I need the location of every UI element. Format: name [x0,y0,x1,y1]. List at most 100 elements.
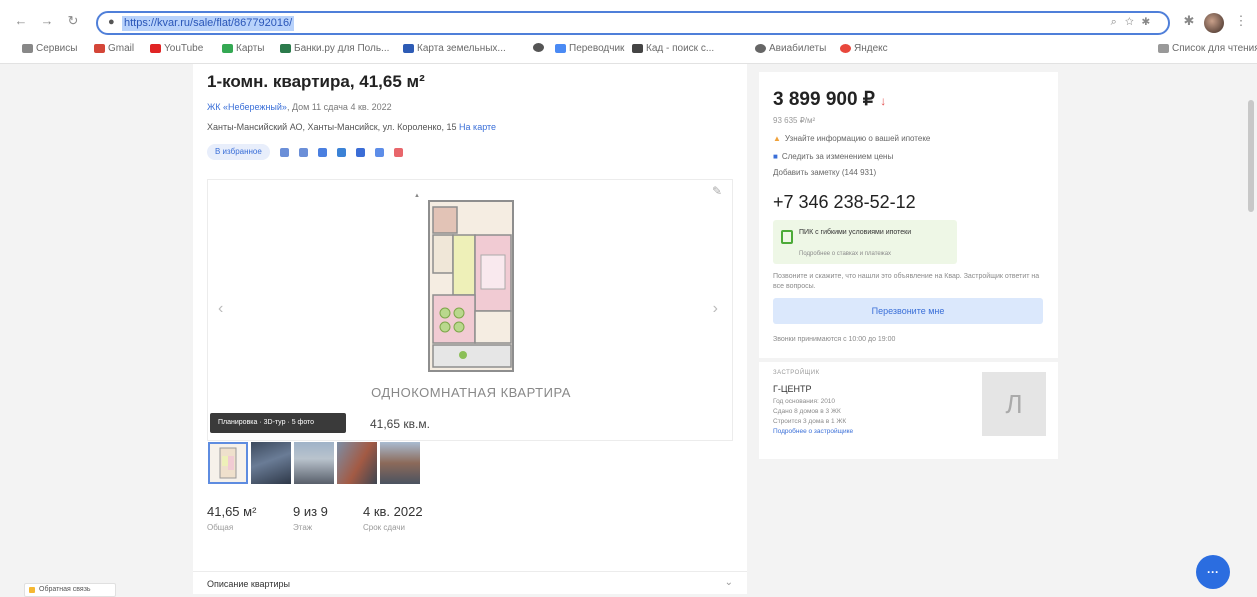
bookmark-translate[interactable]: Переводчик [555,43,624,54]
add-note[interactable]: Добавить заметку (144 931) [773,168,876,177]
thumbnail-photo-4[interactable] [380,442,420,484]
map-link[interactable]: На карте [459,122,496,132]
price-history-icon[interactable]: ↓ [880,94,886,108]
compare-icon[interactable] [279,147,289,157]
share-fb-icon[interactable] [355,147,365,157]
developer-building: Строится 3 дома в 1 ЖК [773,418,847,425]
stat-completion-value: 4 кв. 2022 [363,504,423,519]
price-value: 3 899 900 ₽ ↓ [773,88,886,111]
gallery-prev-icon[interactable]: ‹ [218,300,223,318]
favorite-button[interactable]: В избранное [207,144,270,160]
apps-icon [22,44,33,53]
bookmark-services[interactable]: Сервисы [22,43,77,54]
bookmark-banki[interactable]: Банки.ру для Поль... [280,43,389,54]
description-accordion[interactable]: Описание квартиры ⌄ [193,571,747,594]
address-bar-icons[interactable]: ⌕☆✱ [1111,16,1158,29]
address-text: Ханты-Мансийский АО, Ханты-Мансийск, ул.… [207,122,457,132]
mortgage-promo-title: ПИК с гибкими условиями ипотеки [799,229,912,236]
description-title: Описание квартиры [207,579,290,589]
reading-list[interactable]: Список для чтения [1158,43,1257,54]
globe-icon [533,43,544,52]
developer-card: ЗАСТРОЙЩИК Г-ЦЕНТР Год основания: 2010 С… [759,362,1058,459]
bookmark-gmail[interactable]: Gmail [94,43,134,54]
complex-meta: Дом 11 сдача 4 кв. 2022 [291,102,392,112]
translate-icon [555,44,566,53]
scrollbar-thumb[interactable] [1248,100,1254,212]
profile-avatar[interactable] [1204,13,1224,33]
pencil-icon[interactable]: ✎ [712,184,722,198]
stat-completion-label: Срок сдачи [363,523,405,532]
complex-link[interactable]: ЖК «Небережный» [207,102,287,112]
thumbnail-plan[interactable] [208,442,248,484]
stat-floor-label: Этаж [293,523,313,532]
forward-icon[interactable]: → [38,12,56,30]
complain-icon[interactable] [393,147,403,157]
reload-icon[interactable]: ↻ [64,12,82,30]
callback-button[interactable]: Перезвоните мне [773,298,1043,324]
bookmark-youtube[interactable]: YouTube [150,43,203,54]
call-disclaimer: Позвоните и скажите, что нашли это объяв… [773,273,1040,290]
print-icon[interactable] [298,147,308,157]
address-bar[interactable]: ● https://kvar.ru/sale/flat/867792016/ ⌕… [96,11,1170,35]
thumbnail-photo-3[interactable] [337,442,377,484]
mortgage-note[interactable]: ▲ Узнайте информацию о вашей ипотеке [773,134,930,143]
thumbnail-photo-1[interactable] [251,442,291,484]
page-scrollbar[interactable] [1245,64,1257,594]
bookmark-land-map[interactable]: Карта земельных... [403,43,506,54]
thumbnail-plan-image [219,447,237,479]
chat-button[interactable]: ··· [1196,555,1230,589]
bookmark-yandex[interactable]: Яндекс [840,43,888,54]
photo-gallery[interactable]: ✎ ‹ › ▲ ОДНОКОМНАТНАЯ КВАРТИРА Планировк… [207,179,733,441]
bookmark-globe[interactable] [533,43,547,52]
bookmark-avia[interactable]: Авиабилеты [755,43,826,54]
stat-completion: 4 кв. 2022 Срок сдачи [363,504,423,532]
bookmark-cad[interactable]: Кад - поиск с... [632,43,714,54]
gmail-icon [94,44,105,53]
cad-icon [632,44,643,53]
developer-more-link[interactable]: Подробнее о застройщике [773,428,853,435]
url-text[interactable]: https://kvar.ru/sale/flat/867792016/ [122,16,295,31]
browser-chrome: ← → ↻ ● https://kvar.ru/sale/flat/867792… [0,0,1257,64]
floor-plan-image: ▲ [411,185,519,377]
price-card: 3 899 900 ₽ ↓ 93 635 ₽/м² ▲ Узнайте инфор… [759,72,1058,358]
nav-row: ← → ↻ ● https://kvar.ru/sale/flat/867792… [0,8,1257,36]
warning-icon: ▲ [773,134,781,143]
developer-name[interactable]: Г-ЦЕНТР [773,384,812,394]
share-mail-icon[interactable] [374,147,384,157]
lock-icon: ● [108,16,115,28]
gallery-next-icon[interactable]: › [713,300,718,318]
plan-area-label: 41,65 кв.м. [370,417,430,431]
banki-icon [280,44,291,53]
price-per-m2: 93 635 ₽/м² [773,116,816,125]
share-vk-icon[interactable] [317,147,327,157]
plan-caption: ОДНОКОМНАТНАЯ КВАРТИРА [371,385,571,400]
developer-logo: Л [982,372,1046,436]
yandex-icon [840,44,851,53]
complex-info: ЖК «Небережный», Дом 11 сдача 4 кв. 2022 [207,102,392,112]
chevron-down-icon: ⌄ [724,577,733,588]
developer-delivered: Сдано 8 домов в 3 ЖК [773,408,841,415]
mortgage-promo-sub: Подробнее о ставках и платежах [799,251,892,257]
action-row: В избранное [207,144,403,160]
page-content: 1-комн. квартира, 41,65 м² ЖК «Небережны… [0,64,1257,594]
feedback-button[interactable]: Обратная связь [24,583,116,597]
stat-area-label: Общая [207,523,234,532]
media-tabs[interactable]: Планировка · 3D-тур · 5 фото [210,413,346,433]
thumbnail-photo-2[interactable] [294,442,334,484]
youtube-icon [150,44,161,53]
bookmark-maps[interactable]: Карты [222,43,265,54]
share-tg-icon[interactable] [336,147,346,157]
price-watch-note[interactable]: ■ Следить за изменением цены [773,152,893,161]
developer-heading: ЗАСТРОЙЩИК [773,370,820,376]
back-icon[interactable]: ← [12,12,30,30]
bookmarks-bar: Сервисы Gmail YouTube Карты Банки.ру для… [0,40,1257,60]
extension-icon[interactable]: ✱ [1180,12,1198,30]
stat-area: 41,65 м² Общая [207,504,256,532]
svg-text:▲: ▲ [414,193,420,199]
phone-number[interactable]: +7 346 238-52-12 [773,192,916,213]
mortgage-promo[interactable]: ПИК с гибкими условиями ипотеки Подробне… [773,220,957,264]
address-line: Ханты-Мансийский АО, Ханты-Мансийск, ул.… [207,122,496,132]
bell-icon: ■ [773,152,778,161]
listing-title: 1-комн. квартира, 41,65 м² [207,72,425,91]
menu-icon[interactable]: ⋮ [1232,12,1250,30]
